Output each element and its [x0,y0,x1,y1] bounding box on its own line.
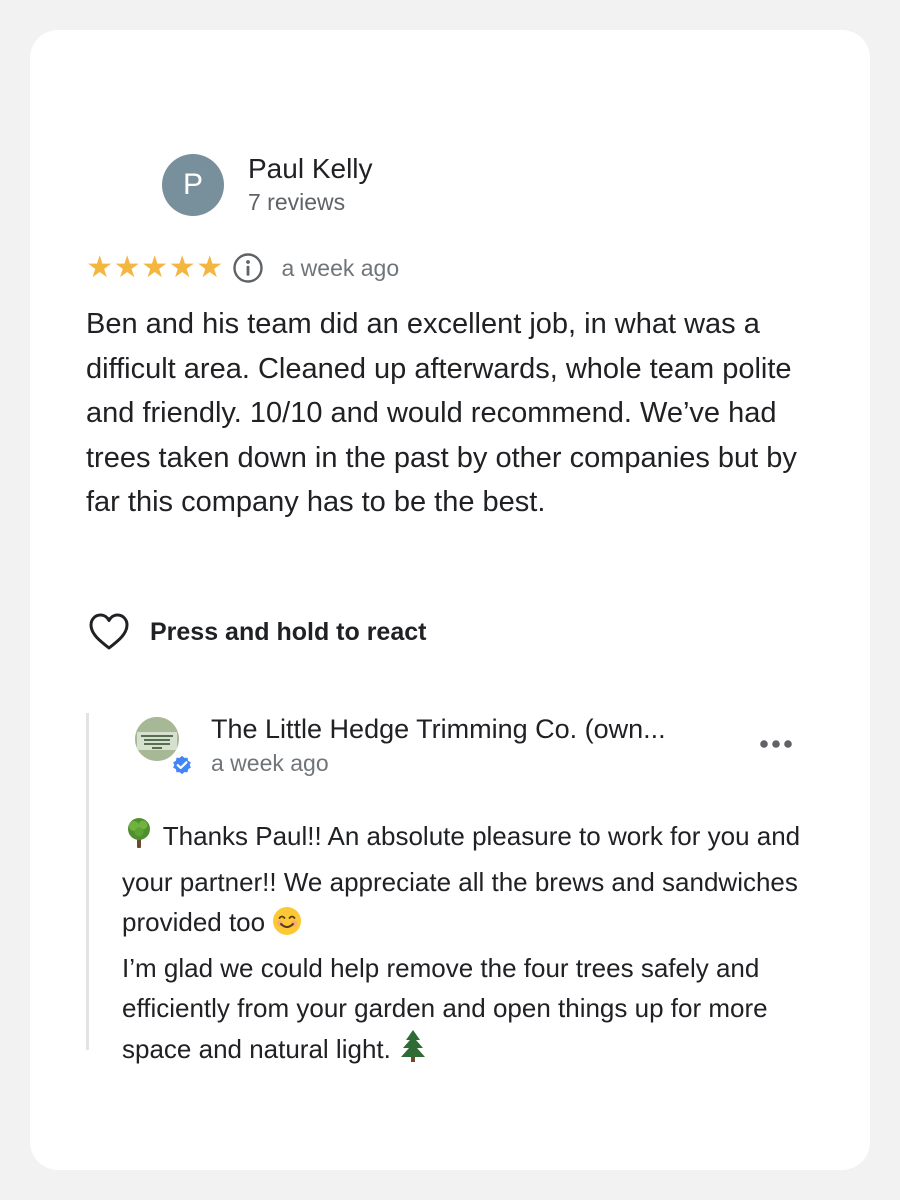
rating-row: ★ ★ ★ ★ ★ a week ago [86,252,399,284]
review-card: P Paul Kelly 7 reviews ★ ★ ★ ★ ★ a week … [30,30,870,1170]
reviewer-info: Paul Kelly 7 reviews [248,153,373,217]
reviewer-header[interactable]: P Paul Kelly 7 reviews [162,153,373,217]
reviewer-review-count: 7 reviews [248,189,346,215]
owner-response-line: I’m glad we could help remove the four t… [122,948,812,1075]
heart-outline-icon[interactable] [88,612,130,652]
info-icon[interactable] [232,252,264,284]
more-horizontal-icon[interactable] [756,730,796,758]
owner-response-line-2: I’m glad we could help remove the four t… [122,952,768,1064]
star-icon: ★ [168,251,196,284]
react-button[interactable]: Press and hold to react [88,612,426,652]
review-time: a week ago [281,254,400,281]
evergreen-tree-emoji [398,1029,428,1075]
owner-response-time: a week ago [211,750,329,776]
reviewer-name[interactable]: Paul Kelly [248,153,373,185]
avatar[interactable]: P [162,154,224,216]
owner-response-line: Thanks Paul!! An absolute pleasure to wo… [122,816,812,948]
star-rating: ★ ★ ★ ★ ★ [86,252,224,284]
owner-response-divider [86,713,89,1050]
owner-response-text: Thanks Paul!! An absolute pleasure to wo… [122,816,812,1074]
star-icon: ★ [113,251,141,284]
verified-check-icon [171,754,193,776]
owner-response-line-1: Thanks Paul!! An absolute pleasure to wo… [122,821,801,937]
review-text: Ben and his team did an excellent job, i… [86,308,797,518]
deciduous-tree-emoji [122,816,156,862]
react-label[interactable]: Press and hold to react [150,618,426,647]
star-icon: ★ [86,251,114,284]
business-name[interactable]: The Little Hedge Trimming Co. (own... [211,714,666,745]
star-icon: ★ [196,251,224,284]
smiling-face-emoji [272,906,302,948]
star-icon: ★ [141,251,169,284]
